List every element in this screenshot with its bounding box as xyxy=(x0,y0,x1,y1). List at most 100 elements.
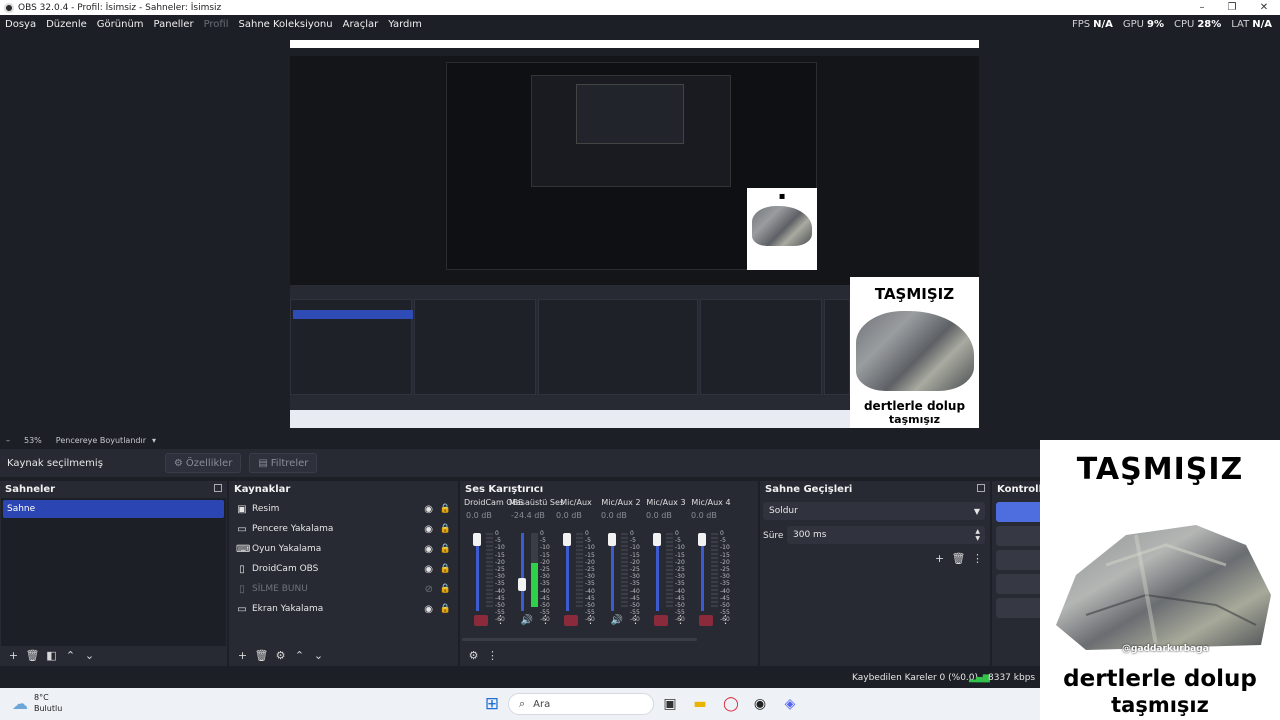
move-scene-up-button[interactable]: ⌃ xyxy=(61,646,80,664)
title-bar: OBS 32.0.4 - Profil: İsimsiz - Sahneler:… xyxy=(0,0,1280,15)
mixer-channel: Mic/Aux 0.0 dB 0 -5 -10 -15 -20 -25 -30 -35 -40 -45… xyxy=(554,498,598,633)
meter-scale: 0 -5 -10 -15 -20 -25 -30 -35 -40 -45 -50 -55 -60 xyxy=(675,530,685,624)
eye-icon[interactable]: ◉ xyxy=(424,504,433,515)
task-view-icon[interactable]: ▣ xyxy=(660,694,680,714)
muted-speaker-icon[interactable] xyxy=(474,615,488,626)
menu-view[interactable]: Görünüm xyxy=(92,19,149,30)
volume-knob[interactable] xyxy=(518,577,526,591)
zoom-mode-dropdown[interactable]: ▾ xyxy=(152,436,156,445)
discord-icon[interactable]: ◈ xyxy=(780,694,800,714)
more-icon: ⋮ xyxy=(972,551,983,565)
menu-tools[interactable]: Araçlar xyxy=(338,19,384,30)
speaker-icon[interactable]: 🔊 xyxy=(609,613,625,627)
file-explorer-icon[interactable]: ▬ xyxy=(690,694,710,714)
preview-area[interactable]: ▪ TAŞMIŞIZ dertlerle dolup taşmışız xyxy=(0,33,1280,431)
close-button[interactable]: ✕ xyxy=(1250,0,1278,15)
menu-profile[interactable]: Profil xyxy=(199,19,234,30)
eye-icon[interactable]: ◉ xyxy=(424,524,433,535)
scale-tick-label: -35 xyxy=(675,580,685,588)
scale-tick-label: -20 xyxy=(495,558,505,566)
transition-menu-button[interactable]: ⋮ xyxy=(968,549,987,567)
source-item[interactable]: ▭ Pencere Yakalama ◉ 🔒 xyxy=(230,519,457,539)
more-icon[interactable]: ⋮ xyxy=(720,613,731,626)
volume-knob[interactable] xyxy=(608,533,616,546)
maximize-button[interactable]: ❐ xyxy=(1218,0,1246,15)
taskbar-search[interactable]: ⌕ Ara xyxy=(508,693,654,715)
minimize-button[interactable]: – xyxy=(1188,0,1216,15)
source-item[interactable]: ⌨ Oyun Yakalama ◉ 🔒 xyxy=(230,539,457,559)
volume-knob[interactable] xyxy=(698,533,706,546)
mixer-menu-button[interactable]: ⋮ xyxy=(483,646,502,664)
start-streaming-button[interactable] xyxy=(996,502,1040,522)
more-icon[interactable]: ⋮ xyxy=(675,613,686,626)
source-item[interactable]: ▯ DroidCam OBS ◉ 🔒 xyxy=(230,559,457,579)
lock-icon[interactable]: 🔒 xyxy=(440,504,451,514)
preview-canvas[interactable]: ▪ TAŞMIŞIZ dertlerle dolup taşmışız xyxy=(290,40,979,428)
virtual-camera-button[interactable] xyxy=(996,550,1040,570)
menu-file[interactable]: Dosya xyxy=(0,19,41,30)
add-source-button[interactable]: + xyxy=(233,646,252,664)
undock-icon[interactable] xyxy=(977,484,985,492)
move-scene-down-button[interactable]: ⌄ xyxy=(80,646,99,664)
duration-input[interactable]: 300 ms ▲ ▼ xyxy=(787,526,985,544)
advanced-audio-button[interactable]: ⚙ xyxy=(464,646,483,664)
muted-speaker-icon[interactable] xyxy=(564,615,578,626)
scale-tick-label: -5 xyxy=(630,537,636,545)
start-recording-button[interactable] xyxy=(996,526,1040,546)
source-item[interactable]: ▯ SİLME BUNU ⊘ 🔒 xyxy=(230,579,457,599)
source-item[interactable]: ▭ Ekran Yakalama ◉ 🔒 xyxy=(230,599,457,619)
lock-icon[interactable]: 🔒 xyxy=(440,524,451,534)
lock-icon[interactable]: 🔒 xyxy=(440,564,451,574)
move-source-up-button[interactable]: ⌃ xyxy=(290,646,309,664)
more-icon[interactable]: ⋮ xyxy=(630,613,641,626)
move-source-down-button[interactable]: ⌄ xyxy=(309,646,328,664)
lock-icon[interactable]: 🔒 xyxy=(440,544,451,554)
muted-speaker-icon[interactable] xyxy=(699,615,713,626)
opera-icon[interactable]: ◯ xyxy=(721,694,741,714)
lock-icon[interactable]: 🔒 xyxy=(440,604,451,614)
source-properties-button[interactable]: ⚙ xyxy=(271,646,290,664)
volume-knob[interactable] xyxy=(653,533,661,546)
volume-knob[interactable] xyxy=(563,533,571,546)
volume-slider[interactable] xyxy=(521,533,524,611)
more-icon[interactable]: ⋮ xyxy=(540,613,551,626)
remove-transition-button[interactable]: 🗑 xyxy=(949,549,968,567)
volume-knob[interactable] xyxy=(473,533,481,546)
scene-filters-button[interactable]: ◧ xyxy=(42,646,61,664)
more-icon[interactable]: ⋮ xyxy=(585,613,596,626)
speaker-icon[interactable]: 🔊 xyxy=(519,613,535,627)
remove-source-button[interactable]: 🗑 xyxy=(252,646,271,664)
chevron-down-icon: ⌄ xyxy=(313,648,324,662)
channel-name: Mic/Aux 3 xyxy=(646,498,686,507)
source-item[interactable]: ▣ Resim ◉ 🔒 xyxy=(230,499,457,519)
more-icon[interactable]: ⋮ xyxy=(495,613,506,626)
muted-speaker-icon[interactable] xyxy=(654,615,668,626)
undock-icon[interactable] xyxy=(214,484,222,492)
menu-help[interactable]: Yardım xyxy=(383,19,427,30)
settings-button[interactable] xyxy=(996,598,1040,618)
spinner-icon[interactable]: ▲ ▼ xyxy=(975,528,980,542)
transition-select[interactable]: Soldur ▼ xyxy=(763,502,985,520)
properties-button[interactable]: ⚙ Özellikler xyxy=(164,453,242,473)
add-transition-button[interactable]: + xyxy=(930,549,949,567)
menu-edit[interactable]: Düzenle xyxy=(41,19,92,30)
mixer-channel: Mic/Aux 3 0.0 dB 0 -5 -10 -15 -20 -25 -30 -35 -40-… xyxy=(644,498,688,633)
filters-button[interactable]: ▤ Filtreler xyxy=(249,453,318,473)
eye-icon[interactable]: ◉ xyxy=(424,544,433,555)
studio-mode-button[interactable] xyxy=(996,574,1040,594)
menu-scene-collection[interactable]: Sahne Koleksiyonu xyxy=(234,19,338,30)
eye-icon[interactable]: ◉ xyxy=(424,604,433,615)
menu-docks[interactable]: Paneller xyxy=(149,19,199,30)
eye-hidden-icon[interactable]: ⊘ xyxy=(425,584,433,595)
add-scene-button[interactable]: + xyxy=(4,646,23,664)
mixer-scrollbar[interactable] xyxy=(462,638,697,641)
zoom-out-button[interactable]: – xyxy=(6,436,10,445)
scene-item-sahne[interactable]: Sahne xyxy=(3,500,224,518)
windows-start-icon[interactable]: ⊞ xyxy=(482,694,502,714)
zoom-mode[interactable]: Pencereye Boyutlandır xyxy=(56,436,146,445)
eye-icon[interactable]: ◉ xyxy=(424,564,433,575)
remove-scene-button[interactable]: 🗑 xyxy=(23,646,42,664)
weather-widget[interactable]: ☁ 8°C Bulutlu xyxy=(12,692,62,714)
obs-taskbar-icon[interactable]: ◉ xyxy=(750,694,770,714)
lock-icon[interactable]: 🔒 xyxy=(440,584,451,594)
